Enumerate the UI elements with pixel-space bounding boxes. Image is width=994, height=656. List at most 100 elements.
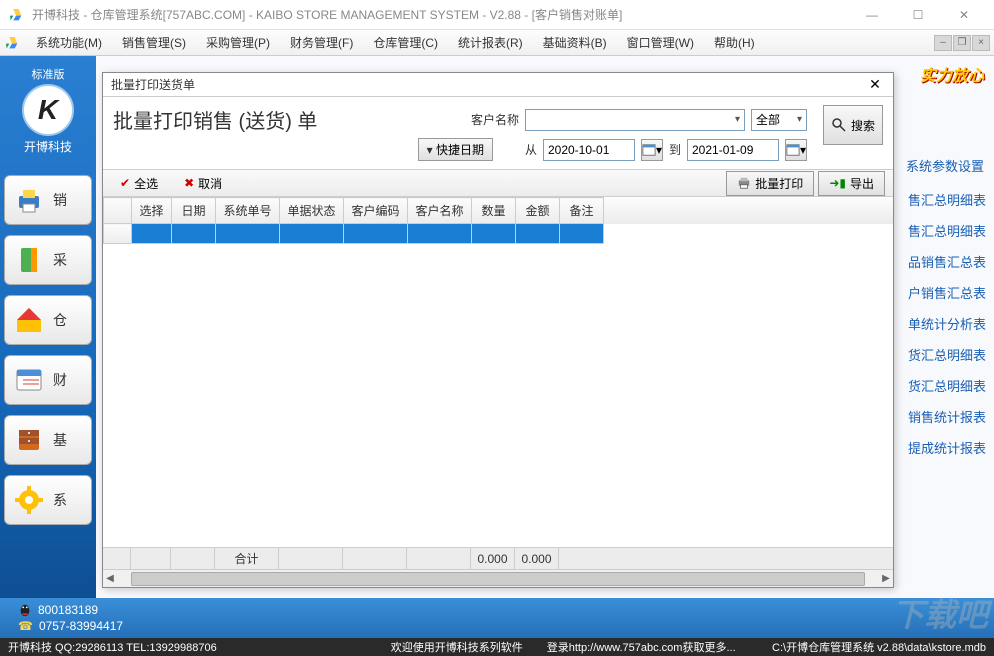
footer-total-label: 合计 [215,548,279,569]
report-link[interactable]: 货汇总明细表 [908,376,986,395]
report-link[interactable]: 售汇总明细表 [908,221,986,240]
menu-warehouse[interactable]: 仓库管理(C) [363,30,448,55]
close-button[interactable]: ✕ [942,1,986,29]
status-mid2: 登录http://www.757abc.com获取更多... [547,639,736,655]
qq-icon [18,603,32,617]
from-label: 从 [525,141,537,158]
report-link[interactable]: 户销售汇总表 [908,283,986,302]
from-date-input[interactable] [543,139,635,161]
printer-icon [737,176,751,190]
col-qty[interactable]: 数量 [472,198,516,224]
customer-label: 客户名称 [471,111,519,128]
menu-help[interactable]: 帮助(H) [704,30,765,55]
col-amount[interactable]: 金额 [516,198,560,224]
search-button[interactable]: 搜索 [823,105,883,145]
mdi-restore-button[interactable]: ❐ [953,35,971,51]
status-mid1: 欢迎使用开博科技系列软件 [391,639,523,655]
gear-icon [11,482,47,518]
col-status[interactable]: 单据状态 [280,198,344,224]
bottom-info-bar: 800183189 ☎ 0757-83994417 [0,598,994,638]
dialog-title-text: 批量打印送货单 [111,76,865,93]
nav-warehouse[interactable]: 仓 [4,295,92,345]
statusbar: 开博科技 QQ:29286113 TEL:13929988706 欢迎使用开博科… [0,638,994,656]
calendar-icon [11,362,47,398]
scope-combo[interactable]: 全部 [751,109,807,131]
data-grid[interactable]: 选择 日期 系统单号 单据状态 客户编码 客户名称 数量 金额 备注 [103,197,893,547]
col-custcode[interactable]: 客户编码 [344,198,408,224]
col-select[interactable]: 选择 [132,198,172,224]
logo: K [22,84,74,136]
nav-purchase[interactable]: 采 [4,235,92,285]
report-list: 售汇总明细表 售汇总明细表 品销售汇总表 户销售汇总表 单统计分析表 货汇总明细… [908,190,986,457]
search-icon [831,117,847,133]
nav-system[interactable]: 系 [4,475,92,525]
footer-amount: 0.000 [515,548,559,569]
export-icon: ➜▮ [829,176,846,190]
system-params-link[interactable]: 系统参数设置 [906,156,984,175]
status-left: 开博科技 QQ:29286113 TEL:13929988706 [8,639,217,655]
slogan-text: 实力放心 [920,62,984,86]
footer-qty: 0.000 [471,548,515,569]
export-button[interactable]: ➜▮ 导出 [818,171,885,196]
menu-window[interactable]: 窗口管理(W) [617,30,704,55]
nav-basedata[interactable]: 基 [4,415,92,465]
house-icon [11,302,47,338]
nav-sales[interactable]: 销 [4,175,92,225]
qq-number: 800183189 [38,603,98,617]
phone-number: 0757-83994417 [39,619,123,633]
to-date-input[interactable] [687,139,779,161]
batch-print-button[interactable]: 批量打印 [726,171,814,196]
from-calendar-button[interactable]: ▾ [641,139,663,161]
report-link[interactable]: 品销售汇总表 [908,252,986,271]
maximize-button[interactable]: ☐ [896,1,940,29]
window-titlebar: 开博科技 - 仓库管理系统[757ABC.COM] - KAIBO STORE … [0,0,994,30]
nav-finance[interactable]: 财 [4,355,92,405]
report-link[interactable]: 提成统计报表 [908,438,986,457]
version-label: 标准版 [32,66,65,82]
col-remark[interactable]: 备注 [560,198,604,224]
menu-basedata[interactable]: 基础资料(B) [533,30,617,55]
window-title: 开博科技 - 仓库管理系统[757ABC.COM] - KAIBO STORE … [32,6,850,23]
app-icon-small [4,35,20,51]
nav-label: 销 [53,190,67,210]
minimize-button[interactable]: — [850,1,894,29]
drawer-icon [11,422,47,458]
report-link[interactable]: 单统计分析表 [908,314,986,333]
mdi-close-button[interactable]: × [972,35,990,51]
phone-icon: ☎ [18,619,33,633]
menu-finance[interactable]: 财务管理(F) [280,30,363,55]
to-calendar-button[interactable]: ▾ [785,139,807,161]
dialog-close-button[interactable]: ✕ [865,75,885,95]
menu-sales[interactable]: 销售管理(S) [112,30,196,55]
nav-label: 财 [53,370,67,390]
table-row[interactable] [104,224,893,244]
col-custname[interactable]: 客户名称 [408,198,472,224]
dialog-titlebar: 批量打印送货单 ✕ [103,73,893,97]
nav-label: 系 [53,490,67,510]
col-date[interactable]: 日期 [172,198,216,224]
left-sidebar: 标准版 K 开博科技 销 采 仓 财 基 [0,56,96,636]
dialog-main-title: 批量打印销售 (送货) 单 [113,105,465,134]
col-sysno[interactable]: 系统单号 [216,198,280,224]
select-all-button[interactable]: ✔全选 [111,172,167,195]
cancel-button[interactable]: ✖取消 [175,172,231,195]
report-link[interactable]: 售汇总明细表 [908,190,986,209]
report-link[interactable]: 销售统计报表 [908,407,986,426]
book-icon [11,242,47,278]
dialog-toolbar: ✔全选 ✖取消 批量打印 ➜▮ 导出 [103,169,893,197]
printer-icon [11,182,47,218]
company-name: 开博科技 [24,138,72,155]
customer-combo[interactable] [525,109,745,131]
nav-label: 基 [53,430,67,450]
horizontal-scrollbar[interactable]: ◀▶ [103,569,893,587]
app-icon [8,7,24,23]
menu-purchase[interactable]: 采购管理(P) [196,30,280,55]
quick-date-button[interactable]: 快捷日期 [418,138,493,161]
menu-report[interactable]: 统计报表(R) [448,30,533,55]
report-link[interactable]: 货汇总明细表 [908,345,986,364]
menu-system[interactable]: 系统功能(M) [26,30,112,55]
nav-label: 仓 [53,310,67,330]
status-right: C:\开博仓库管理系统 v2.88\data\kstore.mdb [772,639,986,655]
menubar: 系统功能(M) 销售管理(S) 采购管理(P) 财务管理(F) 仓库管理(C) … [0,30,994,56]
mdi-minimize-button[interactable]: – [934,35,952,51]
